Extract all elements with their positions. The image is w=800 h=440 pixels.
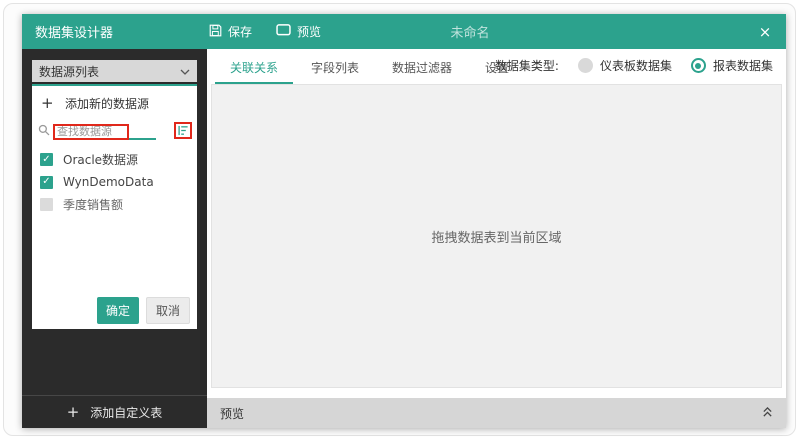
plus-icon: + <box>67 403 80 421</box>
source-list-dropdown-value: 数据源列表 <box>39 63 99 80</box>
panel-buttons: 确定 取消 <box>97 297 190 324</box>
main-area: 关联关系 字段列表 数据过滤器 设置 数据集类型: 仪表板数据集 报表数据集 拖… <box>207 49 786 428</box>
double-chevron-up-icon <box>762 406 773 421</box>
list-item-oracle[interactable]: ✓ Oracle数据源 <box>32 148 197 172</box>
list-item-quarterly-sales[interactable]: ✓ 季度销售额 <box>32 193 197 217</box>
dataset-type-label: 数据集类型: <box>495 57 559 74</box>
add-custom-table-button[interactable]: + 添加自定义表 <box>22 395 207 428</box>
app-title: 数据集设计器 <box>22 22 209 41</box>
toolbar: 保存 预览 <box>209 23 321 40</box>
preview-button[interactable]: 预览 <box>276 23 321 40</box>
close-icon: × <box>759 23 772 41</box>
data-source-panel: + 添加新的数据源 ✓ <box>32 84 197 329</box>
save-icon <box>209 24 222 40</box>
data-source-list: ✓ Oracle数据源 ✓ WynDemoData ✓ 季度销售额 <box>32 148 197 217</box>
collapse-button[interactable] <box>762 406 773 421</box>
radio-dashboard-dataset-label[interactable]: 仪表板数据集 <box>600 57 672 74</box>
search-icon <box>38 121 50 140</box>
header-bar: 数据集设计器 保存 预览 未命名 × <box>22 14 786 49</box>
dataset-type-group: 数据集类型: 仪表板数据集 报表数据集 <box>495 49 773 82</box>
sort-tree-icon <box>178 121 189 140</box>
checkbox[interactable]: ✓ <box>40 198 53 211</box>
tab-relations[interactable]: 关联关系 <box>215 49 293 84</box>
search-input[interactable] <box>53 124 129 140</box>
design-canvas[interactable]: 拖拽数据表到当前区域 <box>211 84 782 388</box>
ok-button[interactable]: 确定 <box>97 297 139 324</box>
data-source-name: Oracle数据源 <box>63 151 138 168</box>
window-body: 数据源列表 + 添加新的数据源 <box>22 49 786 428</box>
data-source-name: 季度销售额 <box>63 196 123 213</box>
sort-tree-button[interactable] <box>174 122 192 139</box>
save-button[interactable]: 保存 <box>209 23 252 40</box>
preview-label: 预览 <box>297 23 321 40</box>
chevron-down-icon <box>180 64 190 78</box>
check-icon: ✓ <box>42 177 50 187</box>
data-source-name: WynDemoData <box>63 175 154 189</box>
tab-bar: 关联关系 字段列表 数据过滤器 设置 数据集类型: 仪表板数据集 报表数据集 <box>207 49 786 84</box>
radio-report-dataset[interactable] <box>691 58 706 73</box>
preview-bar[interactable]: 预览 <box>207 398 786 428</box>
canvas-drop-hint: 拖拽数据表到当前区域 <box>431 227 561 246</box>
radio-dashboard-dataset[interactable] <box>578 58 593 73</box>
preview-bar-label: 预览 <box>220 405 244 422</box>
tab-data-filter[interactable]: 数据过滤器 <box>377 49 467 84</box>
close-button[interactable]: × <box>744 14 786 49</box>
search-underline <box>53 120 156 140</box>
checkbox[interactable]: ✓ <box>40 153 53 166</box>
page-frame: 数据集设计器 保存 预览 未命名 × 数据源列表 <box>3 3 796 436</box>
add-custom-table-label: 添加自定义表 <box>90 404 162 421</box>
search-row <box>32 119 197 141</box>
radio-report-dataset-label[interactable]: 报表数据集 <box>713 57 773 74</box>
dataset-designer-window: 数据集设计器 保存 预览 未命名 × 数据源列表 <box>22 14 786 428</box>
monitor-icon <box>276 24 291 39</box>
checkbox[interactable]: ✓ <box>40 176 53 189</box>
add-data-source-button[interactable]: + 添加新的数据源 <box>32 86 197 117</box>
sidebar: 数据源列表 + 添加新的数据源 <box>22 49 207 428</box>
list-item-wyndemodata[interactable]: ✓ WynDemoData <box>32 172 197 193</box>
plus-icon: + <box>41 94 65 112</box>
tab-field-list[interactable]: 字段列表 <box>296 49 374 84</box>
check-icon: ✓ <box>42 155 50 165</box>
add-data-source-label: 添加新的数据源 <box>65 95 149 112</box>
save-label: 保存 <box>228 23 252 40</box>
source-list-dropdown[interactable]: 数据源列表 <box>32 60 197 82</box>
cancel-button[interactable]: 取消 <box>146 297 190 324</box>
